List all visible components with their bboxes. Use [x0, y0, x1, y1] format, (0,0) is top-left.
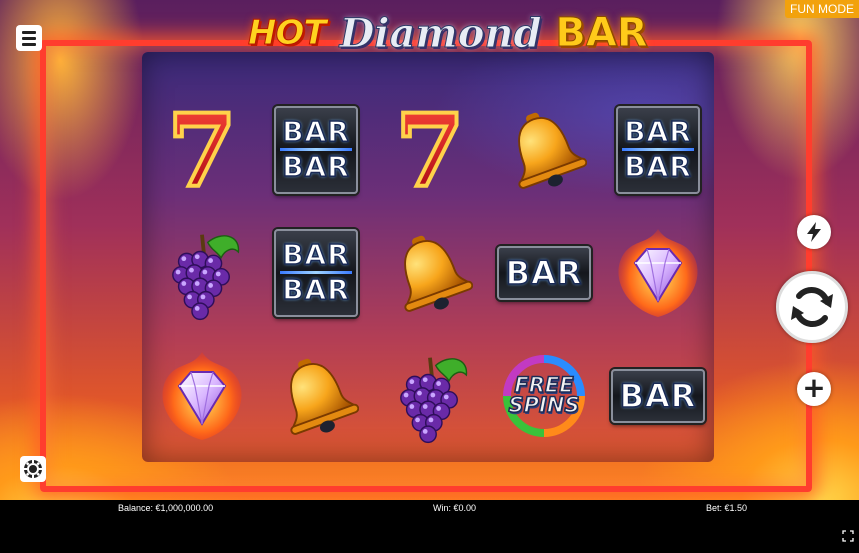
lightning-bolt-icon	[807, 222, 821, 242]
double-bar-symbol: BAR BAR	[616, 105, 700, 194]
single-bar-symbol: BAR	[611, 369, 705, 424]
bell-symbol	[290, 359, 359, 436]
balance-display: Balance: €1,000,000.00	[118, 503, 214, 513]
bar-label: BAR	[281, 150, 350, 184]
reel-grid: 7 BAR BAR 7 BAR BAR BAR BAR BAR FREE SPI…	[145, 88, 715, 458]
double-bar-symbol: BAR BAR	[274, 228, 358, 317]
status-bar: Balance: €1,000,000.00 Win: €0.00 Bet: €…	[0, 500, 859, 553]
bar-label: BAR	[281, 238, 350, 272]
reel-cell-r1-c2: BAR BAR	[259, 88, 373, 211]
reel-cell-r3-c4: FREE SPINS	[487, 335, 601, 458]
menu-button[interactable]	[16, 25, 42, 51]
svg-text:7: 7	[395, 104, 465, 196]
seven-symbol: 7	[393, 104, 467, 196]
reel-cell-r2-c4: BAR	[487, 211, 601, 334]
logo-diamond: Diamond	[339, 9, 542, 57]
bar-label: BAR	[623, 150, 692, 184]
plus-icon: +	[802, 370, 826, 404]
reel-cell-r3-c3	[373, 335, 487, 458]
win-display: Win: €0.00	[433, 503, 477, 513]
bar-label: BAR	[281, 115, 350, 149]
logo-bar: BAR	[555, 10, 648, 57]
reel-cell-r3-c5: BAR	[601, 335, 715, 458]
bar-label: BAR	[505, 253, 583, 292]
reel-cell-r2-c2: BAR BAR	[259, 211, 373, 334]
grapes-symbol	[172, 234, 240, 321]
bet-display: Bet: €1.50	[706, 503, 748, 513]
free-spins-symbol: FREE SPINS	[496, 351, 592, 441]
fun-mode-badge: FUN MODE	[785, 0, 859, 18]
spin-arrows-icon	[791, 287, 833, 327]
chip-button[interactable]	[20, 456, 46, 482]
bell-symbol	[404, 235, 473, 312]
spin-button[interactable]	[776, 271, 848, 343]
single-bar-symbol: BAR	[497, 245, 591, 300]
grapes-symbol	[400, 357, 468, 444]
bar-label: BAR	[619, 377, 697, 416]
reel-cell-r3-c2	[259, 335, 373, 458]
logo-hot: HOT	[248, 13, 328, 54]
reel-cell-r2-c1	[145, 211, 259, 334]
game-stage: HOT Diamond BAR 7 BAR BAR 7 BAR BAR BAR …	[0, 0, 859, 500]
bar-label: BAR	[281, 273, 350, 307]
bar-label: BAR	[623, 115, 692, 149]
casino-chip-icon	[24, 460, 42, 478]
reel-cell-r3-c1	[145, 335, 259, 458]
reel-cell-r2-c5	[601, 211, 715, 334]
reel-cell-r1-c1: 7	[145, 88, 259, 211]
seven-symbol: 7	[165, 104, 239, 196]
reel-cell-r1-c5: BAR BAR	[601, 88, 715, 211]
fire-diamond-symbol	[162, 352, 242, 441]
reel-cell-r1-c4	[487, 88, 601, 211]
svg-text:7: 7	[167, 104, 237, 196]
reel-cell-r2-c3	[373, 211, 487, 334]
fire-diamond-symbol	[618, 228, 698, 317]
reel-cell-r1-c3: 7	[373, 88, 487, 211]
free-spins-line2: SPINS	[508, 393, 581, 418]
double-bar-symbol: BAR BAR	[274, 105, 358, 194]
fullscreen-icon[interactable]	[842, 530, 854, 542]
game-logo: HOT Diamond BAR	[248, 8, 649, 58]
bet-increase-button[interactable]: +	[797, 372, 831, 406]
hamburger-menu-icon	[22, 30, 36, 34]
bell-symbol	[518, 112, 587, 189]
turbo-button[interactable]	[797, 215, 831, 249]
